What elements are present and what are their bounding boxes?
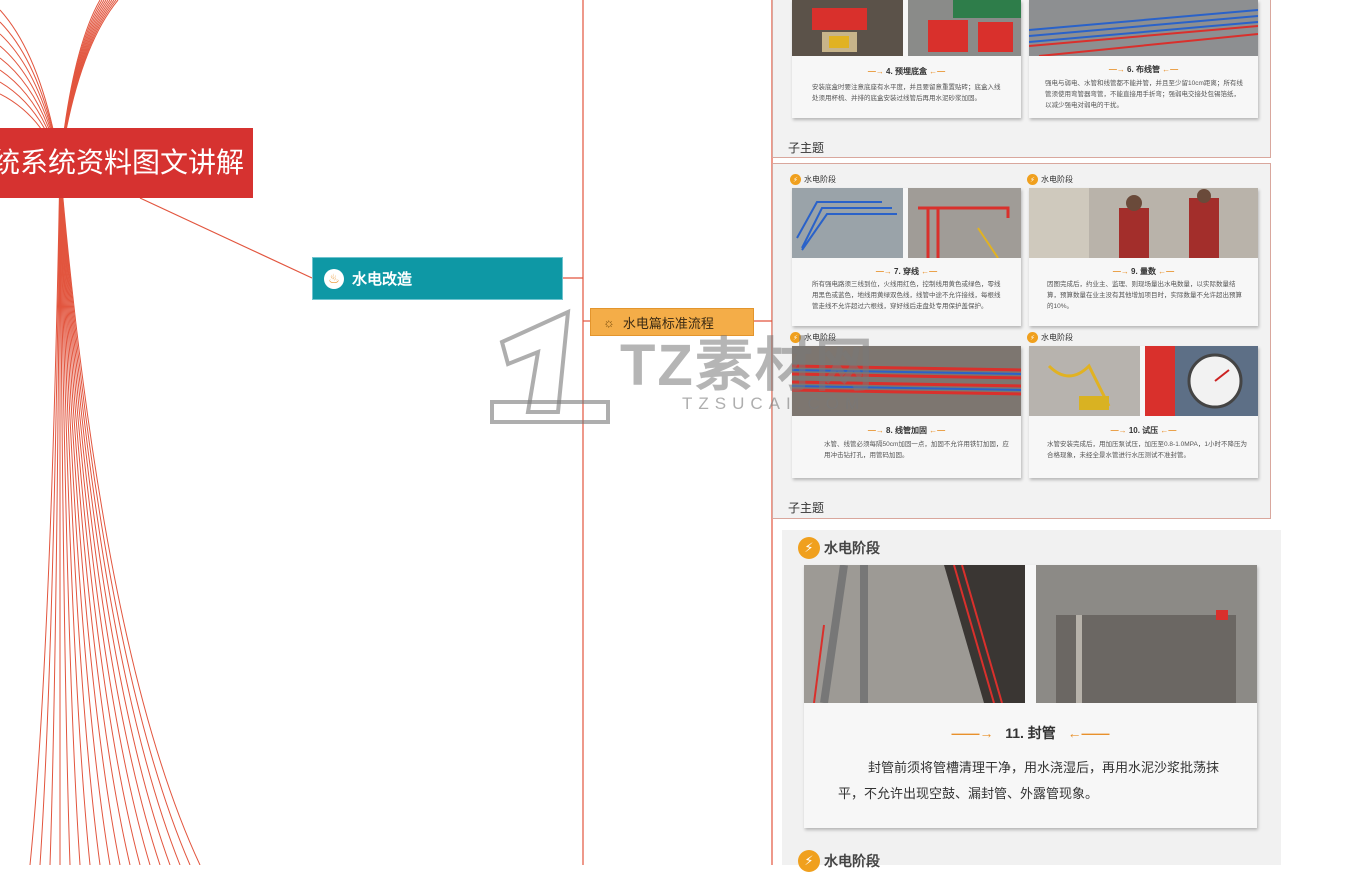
card-step-7: —→ 7. 穿线 ←— 所有强电路须三线到位，火线用红色，控制线用黄色或绿色，零… [792,188,1021,326]
card-step-10: —→ 10. 试压 ←— 水管安装完成后，用加压泵试压，加压至0.8-1.0MP… [1029,346,1258,478]
watermark-text: TZ素材网 [620,333,875,398]
card-step-desc: 封管前须将管槽清理干净，用水浇湿后，再用水泥沙浆批荡抹平，不允许出现空鼓、漏封管… [838,760,1220,801]
card-step-desc: 强电与弱电、水管和线管都不能并管，并且至少留10cm距离；所有线管须使用弯管器弯… [1045,80,1243,109]
card-step-desc: 水管安装完成后，用加压泵试压，加压至0.8-1.0MPA，1小时不降压为合格现象… [1047,441,1247,459]
photo-conduit-layout [1029,0,1258,56]
photo-pressure-gauge [1145,346,1258,416]
photo-sealing-trench [804,565,1025,703]
watermark-logo [490,308,610,424]
photo-sealed-wall [1036,565,1257,703]
stage-label-next: ⚡ 水电阶段 [798,850,880,872]
watermark-sub: TZSUCAI.COM [682,394,866,413]
branch-line [59,164,151,865]
photo-wiring-2 [908,188,1021,258]
card-step-desc: 所有强电路须三线到位，火线用红色，控制线用黄色或绿色，零线用黑色或蓝色，地线用黄… [812,281,1001,310]
branch-line [59,164,131,865]
photo-wiring [792,188,903,258]
card-step-title: 8. 线管加固 [886,426,927,435]
card-step-title: 6. 布线管 [1127,65,1160,74]
lightning-icon: ⚡ [790,174,801,185]
subtopic-label[interactable]: 子主题 [788,139,824,156]
card-step-4: —→ 4. 预埋底盒 ←— 安装底盒时要注意底座有水平度，并且要留意重置贴砖；底… [792,0,1021,118]
card-step-6: —→ 6. 布线管 ←— 强电与弱电、水管和线管都不能并管，并且至少留10cm距… [1029,0,1258,118]
lightning-icon: ⚡ [798,537,820,559]
node-water-electric-renovation[interactable]: ♨ 水电改造 [312,257,563,300]
card-step-title: 11. 封管 [1005,725,1056,741]
branch-line [29,164,61,865]
photo-pressure-pump [1029,346,1140,416]
flame-icon: ♨ [324,268,344,289]
stage-label: ⚡ 水电阶段 [1027,174,1073,185]
card-step-9: —→ 9. 量数 ←— 因图完成后，约业主、监理、则现场量出水电数量，以实际数量… [1029,188,1258,326]
card-step-desc: 水管、线管必须每隔50cm加固一点，加固不允许用铁钉加固，应用冲击钻打孔，用管码… [824,441,1009,459]
subtopic-label[interactable]: 子主题 [788,499,824,516]
node-label: 水电改造 [352,271,413,288]
branch-central-to-main [139,197,313,279]
lightning-icon: ⚡ [1027,174,1038,185]
lightning-icon: ⚡ [1027,332,1038,343]
photo-bottom-box-2 [908,0,1021,56]
card-step-title: 7. 穿线 [894,267,919,276]
photo-measurement [1029,188,1258,258]
stage-label: ⚡ 水电阶段 [798,537,880,559]
branch-line [59,164,171,865]
card-step-title: 4. 预埋底盒 [886,67,927,76]
card-step-title: 9. 量数 [1131,267,1156,276]
branch-line [59,164,191,865]
photo-bottom-box [792,0,903,56]
stage-label: ⚡ 水电阶段 [1027,332,1073,343]
card-step-desc: 因图完成后，约业主、监理、则现场量出水电数量，以实际数量结算，预算数量在业主没有… [1047,281,1242,310]
lightning-icon: ⚡ [798,850,820,872]
card-step-title: 10. 试压 [1128,426,1159,435]
card-step-desc: 安装底盒时要注意底座有水平度，并且要留意重置贴砖；底盒入线处须用杯梳、并排的底盒… [812,84,1001,102]
stage-label: ⚡ 水电阶段 [790,174,836,185]
central-topic[interactable]: 统系统资料图文讲解 [0,128,253,198]
